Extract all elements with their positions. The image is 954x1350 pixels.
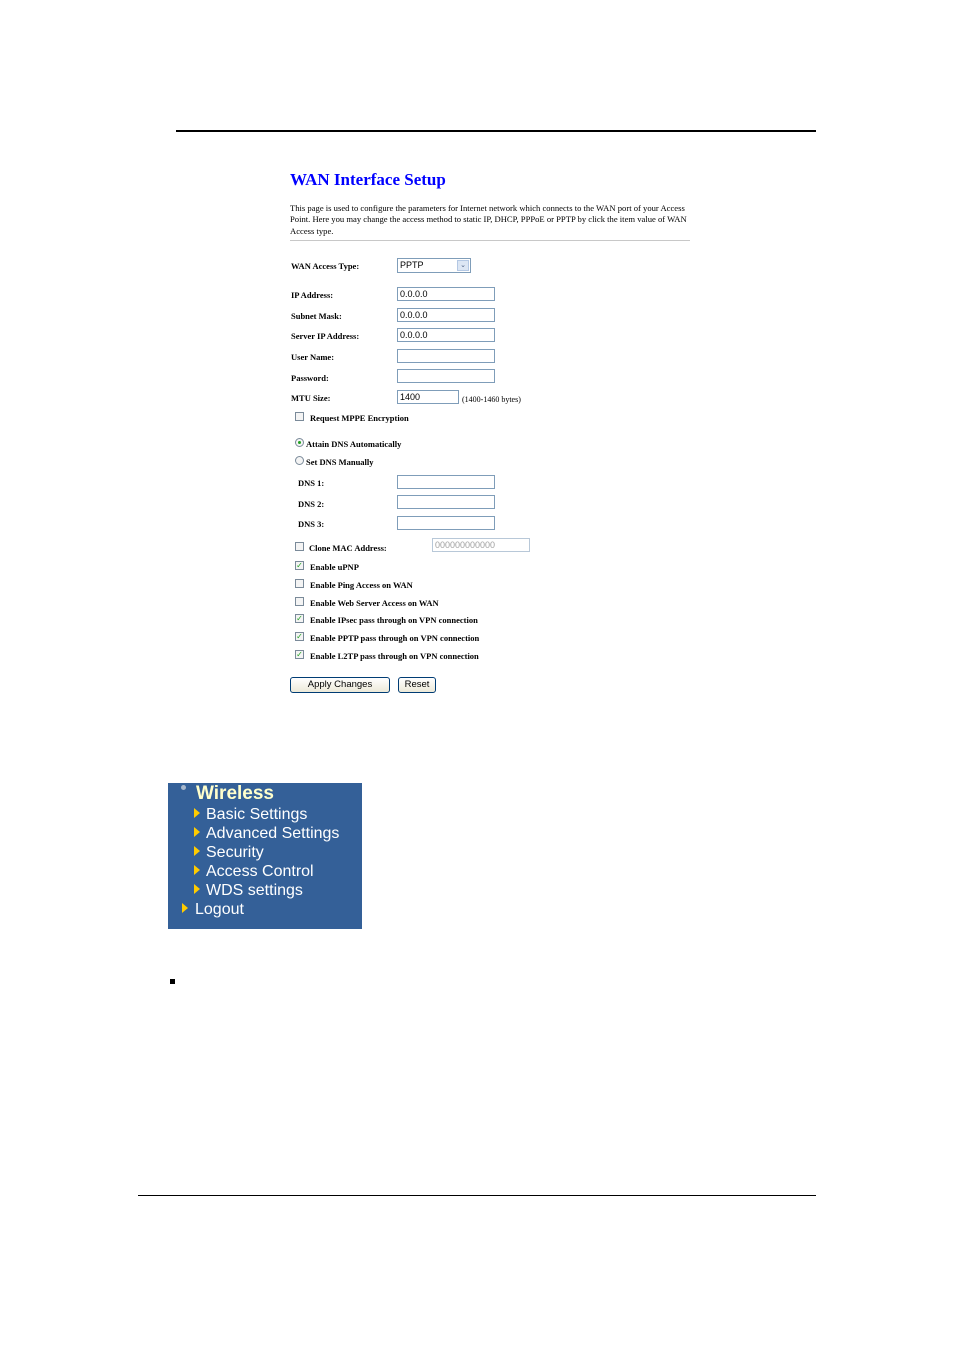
dns-auto-radio[interactable] [295, 438, 304, 447]
page-title: WAN Interface Setup [290, 170, 446, 189]
password-label: Password: [291, 373, 329, 383]
ip-address-label: IP Address: [291, 290, 334, 300]
dns1-input[interactable] [397, 475, 495, 489]
subnet-mask-input[interactable]: 0.0.0.0 [397, 308, 495, 322]
mppe-label: Request MPPE Encryption [310, 413, 409, 423]
wan-access-type-value: PPTP [400, 260, 424, 270]
clone-mac-input[interactable]: 000000000000 [432, 538, 530, 552]
menu-heading-wireless[interactable]: Wireless [196, 783, 274, 805]
upnp-label: Enable uPNP [310, 562, 359, 572]
ipsec-checkbox[interactable]: ✓ [295, 614, 304, 623]
wan-access-type-select[interactable]: PPTP ⌄ [397, 258, 471, 273]
menu-item-security[interactable]: Security [206, 844, 264, 862]
wan-access-type-label: WAN Access Type: [291, 261, 360, 271]
reset-button[interactable]: Reset [398, 677, 436, 693]
mtu-input[interactable]: 1400 [397, 390, 459, 404]
wan-setup-screenshot: WAN Interface Setup This page is used to… [288, 163, 693, 698]
menu-item-advanced-settings[interactable]: Advanced Settings [206, 825, 339, 843]
list-bullet [170, 979, 175, 984]
mppe-checkbox[interactable] [295, 412, 304, 421]
mtu-hint: (1400-1460 bytes) [462, 395, 521, 404]
password-input[interactable] [397, 369, 495, 383]
user-name-input[interactable] [397, 349, 495, 363]
user-name-label: User Name: [291, 352, 335, 362]
arrow-right-icon [194, 846, 200, 856]
l2tp-label: Enable L2TP pass through on VPN connecti… [310, 651, 479, 661]
menu-item-wds-settings[interactable]: WDS settings [206, 882, 303, 900]
mtu-label: MTU Size: [291, 393, 331, 403]
chevron-down-icon[interactable]: ⌄ [457, 260, 469, 271]
wireless-menu-screenshot: Wireless Basic Settings Advanced Setting… [168, 783, 362, 929]
web-access-label: Enable Web Server Access on WAN [310, 598, 439, 608]
clone-mac-label: Clone MAC Address: [309, 543, 387, 553]
upnp-checkbox[interactable]: ✓ [295, 561, 304, 570]
ping-access-label: Enable Ping Access on WAN [310, 580, 413, 590]
arrow-right-icon [194, 865, 200, 875]
bullet-dot-icon [181, 785, 186, 790]
apply-changes-button[interactable]: Apply Changes [290, 677, 390, 693]
header-rule [176, 130, 816, 132]
dns-auto-label: Attain DNS Automatically [306, 439, 402, 449]
web-access-checkbox[interactable] [295, 597, 304, 606]
arrow-right-icon [182, 903, 188, 913]
menu-item-basic-settings[interactable]: Basic Settings [206, 806, 307, 824]
dns-manual-label: Set DNS Manually [306, 457, 374, 467]
pptp-checkbox[interactable]: ✓ [295, 632, 304, 641]
divider [290, 240, 690, 241]
arrow-right-icon [194, 808, 200, 818]
menu-item-access-control[interactable]: Access Control [206, 863, 314, 881]
arrow-right-icon [194, 827, 200, 837]
arrow-right-icon [194, 884, 200, 894]
page-description: This page is used to configure the param… [290, 203, 687, 236]
l2tp-checkbox[interactable]: ✓ [295, 650, 304, 659]
dns-manual-radio[interactable] [295, 456, 304, 465]
dns2-label: DNS 2: [298, 499, 325, 509]
dns1-label: DNS 1: [298, 478, 325, 488]
menu-item-logout[interactable]: Logout [195, 901, 244, 919]
ping-access-checkbox[interactable] [295, 579, 304, 588]
ipsec-label: Enable IPsec pass through on VPN connect… [310, 615, 478, 625]
server-ip-label: Server IP Address: [291, 331, 360, 341]
dns3-label: DNS 3: [298, 519, 325, 529]
footer-rule [138, 1195, 816, 1196]
pptp-label: Enable PPTP pass through on VPN connecti… [310, 633, 480, 643]
server-ip-input[interactable]: 0.0.0.0 [397, 328, 495, 342]
dns2-input[interactable] [397, 495, 495, 509]
subnet-mask-label: Subnet Mask: [291, 311, 342, 321]
dns3-input[interactable] [397, 516, 495, 530]
clone-mac-checkbox[interactable] [295, 542, 304, 551]
ip-address-input[interactable]: 0.0.0.0 [397, 287, 495, 301]
